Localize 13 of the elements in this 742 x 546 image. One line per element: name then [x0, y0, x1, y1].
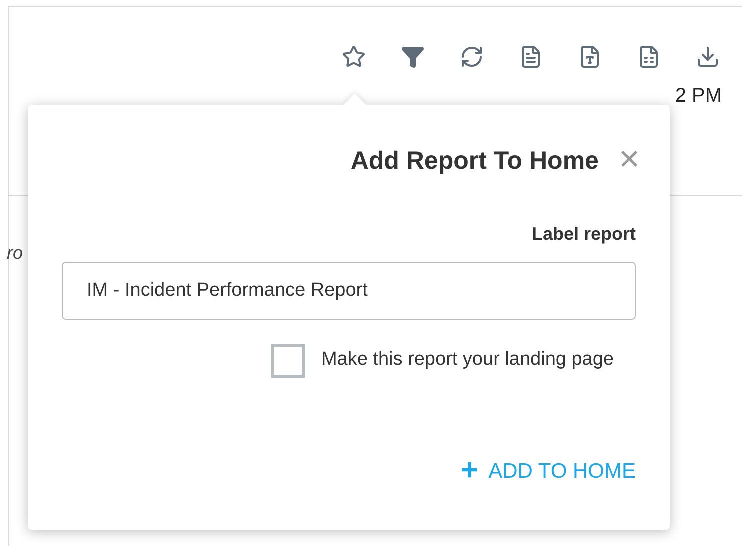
refresh-icon[interactable] — [459, 45, 484, 69]
checkbox-label: Make this report your landing page — [321, 348, 614, 372]
star-icon[interactable] — [341, 45, 366, 69]
landing-page-checkbox[interactable] — [271, 344, 306, 378]
field-label: Label report — [532, 222, 636, 246]
dialog-title: Add Report To Home — [350, 146, 599, 177]
download-icon[interactable] — [695, 45, 720, 69]
background-text: ro — [7, 243, 24, 263]
label-input-field[interactable]: IM - Incident Performance Report — [62, 262, 636, 320]
filter-icon[interactable] — [400, 45, 425, 69]
time-text: 2 PM — [675, 84, 722, 109]
add-to-home-button[interactable]: + ADD TO HOME — [461, 456, 636, 487]
close-button[interactable]: × — [618, 140, 640, 177]
